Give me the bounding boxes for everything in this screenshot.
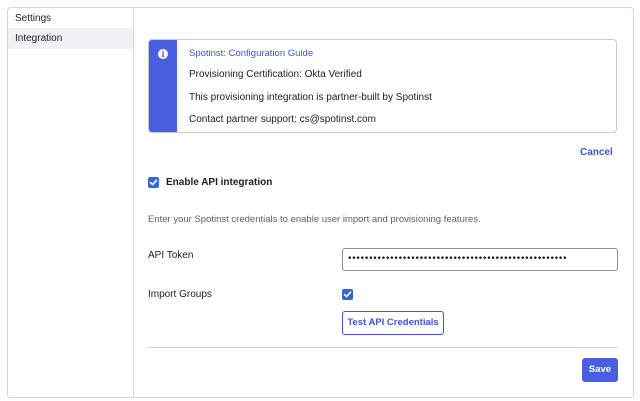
- test-api-credentials-button[interactable]: Test API Credentials: [342, 311, 444, 335]
- checkmark-icon: [149, 179, 158, 186]
- checkmark-icon: [343, 291, 352, 298]
- partner-support-text: Contact partner support: cs@spotinst.com: [189, 114, 376, 125]
- divider: [148, 347, 618, 348]
- configuration-guide-link[interactable]: Spotinst: Configuration Guide: [189, 48, 313, 59]
- enable-api-label: Enable API integration: [166, 177, 273, 188]
- settings-panel: Settings Integration i Spotinst: Configu…: [7, 7, 634, 398]
- api-token-input[interactable]: ••••••••••••••••••••••••••••••••••••••••…: [342, 248, 618, 271]
- sidebar: Settings Integration: [8, 8, 134, 397]
- enable-api-checkbox[interactable]: [148, 177, 159, 188]
- partner-built-text: This provisioning integration is partner…: [189, 92, 432, 103]
- certification-text: Provisioning Certification: Okta Verifie…: [189, 69, 362, 80]
- import-groups-checkbox[interactable]: [342, 289, 353, 300]
- sidebar-item-integration[interactable]: Integration: [8, 28, 133, 49]
- save-button[interactable]: Save: [582, 358, 618, 382]
- callout-accent-bar: i: [149, 40, 177, 132]
- api-token-label: API Token: [148, 250, 194, 261]
- import-groups-label: Import Groups: [148, 289, 212, 300]
- info-callout: i Spotinst: Configuration Guide Provisio…: [148, 39, 617, 133]
- cancel-button[interactable]: Cancel: [580, 147, 613, 158]
- main-content: i Spotinst: Configuration Guide Provisio…: [134, 8, 633, 397]
- sidebar-title: Settings: [15, 13, 52, 24]
- info-icon: i: [158, 49, 168, 59]
- helper-text: Enter your Spotinst credentials to enabl…: [148, 214, 481, 225]
